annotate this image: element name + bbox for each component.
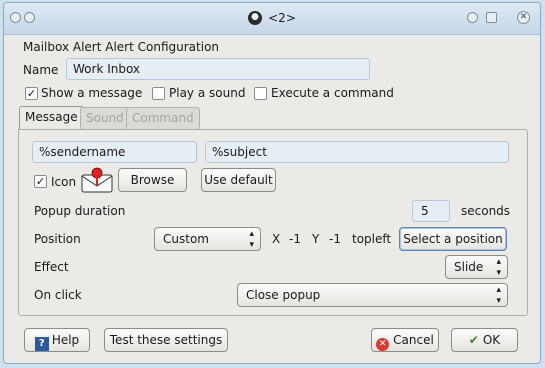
updown-arrows-icon: ▴ ▾ <box>249 229 254 250</box>
execute-command-checkbox[interactable] <box>254 87 267 100</box>
position-label: Position <box>34 232 81 246</box>
show-message-checkbox[interactable]: ✓ <box>25 87 38 100</box>
ok-check-icon: ✔ <box>468 333 479 347</box>
close-icon[interactable]: ✕ <box>517 11 530 24</box>
minimize-icon[interactable] <box>467 12 478 23</box>
position-select[interactable]: Custom ▴ ▾ <box>154 227 261 251</box>
execute-command-label[interactable]: Execute a command <box>271 86 394 100</box>
test-settings-button[interactable]: Test these settings <box>104 328 228 352</box>
subject-format-field[interactable]: %subject <box>205 141 509 163</box>
popup-duration-label: Popup duration <box>34 204 126 218</box>
popup-duration-field[interactable]: 5 <box>412 200 450 222</box>
effect-select-value: Slide <box>454 260 484 274</box>
y-value: -1 <box>329 232 341 246</box>
dialog-heading: Mailbox Alert Alert Configuration <box>23 40 220 54</box>
seconds-label: seconds <box>461 204 511 218</box>
help-button[interactable]: ? Help <box>24 328 90 352</box>
cancel-button[interactable]: ✕ Cancel <box>371 328 439 352</box>
y-label: Y <box>312 232 320 246</box>
on-click-label: On click <box>34 288 82 302</box>
on-click-select-value: Close popup <box>246 288 321 302</box>
play-sound-label[interactable]: Play a sound <box>169 86 245 100</box>
effect-select[interactable]: Slide ▴ ▾ <box>445 255 508 279</box>
effect-label: Effect <box>34 260 69 274</box>
maximize-icon[interactable] <box>486 12 497 23</box>
select-position-button[interactable]: Select a position <box>399 227 507 251</box>
browse-button[interactable]: Browse <box>118 168 187 192</box>
sender-format-field[interactable]: %sendername <box>32 141 197 163</box>
updown-arrows-icon: ▴ ▾ <box>496 285 501 306</box>
x-label: X <box>272 232 281 246</box>
tab-command[interactable]: Command <box>126 107 200 129</box>
mail-alert-icon[interactable] <box>80 167 114 193</box>
dialog-window: <2> ✕ Mailbox Alert Alert Configuration … <box>3 2 541 364</box>
show-message-label[interactable]: Show a message <box>41 86 142 100</box>
cancel-button-label: Cancel <box>393 333 434 347</box>
name-label: Name <box>23 63 59 77</box>
x-value: -1 <box>289 232 301 246</box>
title-bar[interactable]: <2> ✕ <box>4 3 540 35</box>
use-default-button[interactable]: Use default <box>201 168 276 192</box>
tab-message[interactable]: Message <box>19 106 84 130</box>
help-button-label: Help <box>51 333 80 347</box>
tab-sound[interactable]: Sound <box>80 107 130 129</box>
ok-button[interactable]: ✔ OK <box>451 328 518 352</box>
on-click-select[interactable]: Close popup ▴ ▾ <box>237 283 508 307</box>
tux-icon <box>248 11 263 25</box>
updown-arrows-icon: ▴ ▾ <box>496 257 501 278</box>
position-select-value: Custom <box>163 232 209 246</box>
help-icon: ? <box>34 337 49 351</box>
ok-button-label: OK <box>482 333 501 347</box>
play-sound-checkbox[interactable] <box>152 87 165 100</box>
anchor-value: topleft <box>352 232 392 246</box>
icon-checkbox[interactable]: ✓ <box>34 175 47 188</box>
window-title: <2> <box>4 11 540 25</box>
name-field[interactable]: Work Inbox <box>66 58 370 80</box>
icon-label[interactable]: Icon <box>51 175 76 189</box>
cancel-icon: ✕ <box>376 338 390 351</box>
